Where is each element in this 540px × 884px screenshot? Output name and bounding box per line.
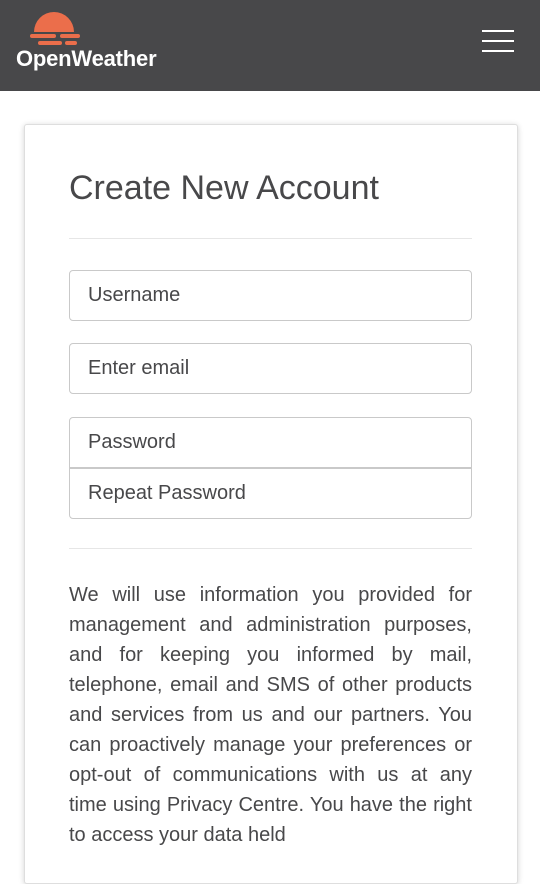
password-input[interactable] <box>69 417 472 468</box>
signup-card: Create New Account We will use informati… <box>24 124 518 884</box>
email-input[interactable] <box>69 343 472 394</box>
repeat-password-input[interactable] <box>69 468 472 519</box>
sun-cloud-logo-icon <box>30 12 80 45</box>
page-title: Create New Account <box>69 169 379 207</box>
openweather-logo[interactable]: OpenWeather <box>16 10 166 72</box>
title-divider <box>69 238 472 239</box>
top-navbar: OpenWeather <box>0 0 540 91</box>
brand-name: OpenWeather <box>16 46 157 71</box>
username-input[interactable] <box>69 270 472 321</box>
hamburger-menu-icon[interactable] <box>482 28 514 54</box>
privacy-notice: We will use information you provided for… <box>69 584 472 846</box>
form-divider <box>69 548 472 549</box>
